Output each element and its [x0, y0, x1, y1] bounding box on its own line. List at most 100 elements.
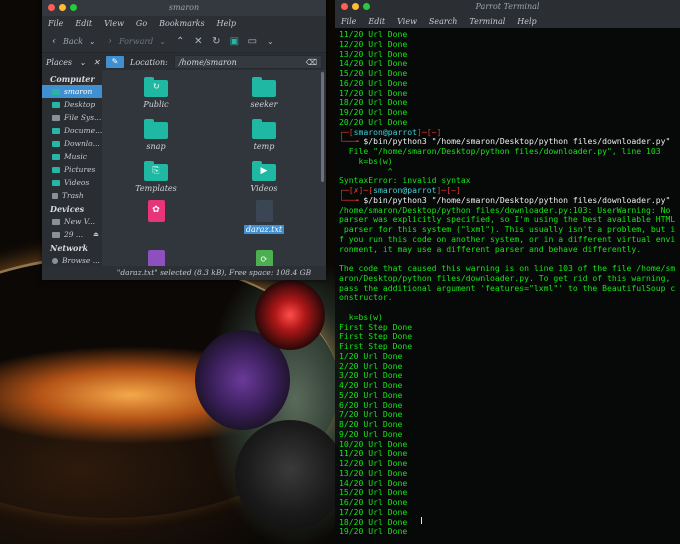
file-item-media[interactable] [116, 250, 196, 266]
folder-icon [52, 101, 60, 108]
location-value: /home/smaron [178, 57, 237, 67]
location-input[interactable]: /home/smaron ⌫ [173, 55, 322, 69]
stop-icon[interactable]: ✕ [192, 36, 204, 47]
home-folder-icon [52, 88, 60, 95]
menu-go[interactable]: Go [136, 19, 147, 28]
menu-search[interactable]: Search [429, 17, 457, 26]
file-manager-titlebar[interactable]: smaron [42, 0, 326, 16]
file-item-seeker[interactable]: seeker [224, 77, 304, 109]
file-item-package[interactable]: ⟳ [224, 250, 304, 266]
menu-help[interactable]: Help [517, 17, 536, 26]
file-grid: ↻ Public seeker snap temp ⎘ Templates ▶ [102, 70, 326, 266]
folder-icon [52, 179, 60, 186]
package-file-icon: ⟳ [255, 250, 273, 266]
terminal-menubar: File Edit View Search Terminal Help [335, 14, 680, 28]
folder-video-icon: ▶ [252, 161, 276, 181]
sidebar-item-device[interactable]: New V... [42, 215, 102, 228]
network-icon [52, 257, 58, 264]
folder-icon [252, 119, 276, 139]
file-item-archive[interactable]: ✿ [116, 200, 196, 231]
folder-icon [52, 127, 60, 134]
status-bar: "daraz.txt" selected (8.3 kB), Free spac… [102, 266, 326, 280]
menu-view[interactable]: View [104, 19, 124, 28]
text-cursor-icon: I [420, 516, 423, 527]
sidebar-item-downloads[interactable]: Downlo... [42, 137, 102, 150]
file-item-templates[interactable]: ⎘ Templates [116, 161, 196, 193]
menu-file[interactable]: File [341, 17, 356, 26]
menu-edit[interactable]: Edit [75, 19, 92, 28]
sidebar-item-device[interactable]: 29 ... ⏏ [42, 228, 102, 241]
window-title: smaron [168, 3, 200, 12]
chevron-right-icon: › [107, 35, 112, 47]
clear-icon[interactable]: ⌫ [306, 58, 317, 67]
file-item-videos[interactable]: ▶ Videos [224, 161, 304, 193]
folder-icon [52, 153, 60, 160]
terminal-line: ronment, it may use a different parser a… [339, 243, 642, 254]
file-item-public[interactable]: ↻ Public [116, 77, 196, 109]
close-sidebar-icon[interactable]: ✕ [93, 58, 100, 67]
home-icon[interactable]: ▣ [228, 36, 240, 47]
file-manager-menubar: File Edit View Go Bookmarks Help [42, 16, 326, 30]
window-title: Parrot Terminal [475, 2, 540, 11]
location-toggle-button[interactable]: ✎ [106, 56, 124, 68]
drive-icon [52, 114, 60, 121]
terminal-line: 19/20 Url Done [339, 526, 408, 537]
file-label: Videos [250, 184, 278, 193]
wallpaper-mask-filter [235, 420, 345, 530]
places-dropdown[interactable]: Places ⌄ ✕ [46, 58, 100, 67]
chevron-down-icon[interactable]: ⌄ [156, 37, 168, 46]
sidebar-item-browse-network[interactable]: Browse ... [42, 254, 102, 266]
file-label: temp [253, 142, 275, 151]
eject-icon[interactable]: ⏏ [93, 231, 99, 238]
folder-share-icon: ↻ [144, 77, 168, 97]
menu-help[interactable]: Help [217, 19, 236, 28]
folder-icon [52, 166, 60, 173]
file-item-daraz-txt[interactable]: daraz.txt [224, 200, 304, 234]
archive-file-icon: ✿ [147, 200, 165, 222]
file-label: seeker [250, 100, 278, 109]
text-file-icon [255, 200, 273, 222]
menu-file[interactable]: File [48, 19, 63, 28]
menu-edit[interactable]: Edit [368, 17, 385, 26]
sidebar-item-filesystem[interactable]: File Sys... [42, 111, 102, 124]
menu-terminal[interactable]: Terminal [469, 17, 505, 26]
file-item-temp[interactable]: temp [224, 119, 304, 151]
drive-icon [52, 218, 60, 225]
menu-bookmarks[interactable]: Bookmarks [159, 19, 205, 28]
location-label: Location: [130, 57, 168, 67]
file-label: snap [146, 142, 166, 151]
forward-label: Forward [118, 36, 154, 46]
file-label: Public [143, 100, 169, 109]
back-button[interactable]: ‹ Back ⌄ [48, 36, 98, 47]
file-manager-toolbar: ‹ Back ⌄ › Forward ⌄ ⌃ ✕ ↻ ▣ ▭ ⌄ [42, 30, 326, 53]
up-arrow-icon[interactable]: ⌃ [174, 36, 186, 47]
forward-button[interactable]: › Forward ⌄ [104, 36, 168, 47]
trash-icon [52, 192, 58, 199]
terminal-output[interactable]: 11/20 Url Done 12/20 Url Done 13/20 Url Do… [335, 28, 680, 544]
back-label: Back [63, 36, 83, 46]
terminal-titlebar[interactable]: Parrot Terminal [335, 0, 680, 14]
menu-view[interactable]: View [397, 17, 417, 26]
chevron-left-icon: ‹ [52, 35, 56, 47]
chevron-down-icon: ⌄ [79, 57, 87, 67]
sidebar-item-smaron[interactable]: smaron [42, 85, 102, 98]
sidebar-item-music[interactable]: Music [42, 150, 102, 163]
sidebar-item-videos[interactable]: Videos [42, 176, 102, 189]
sidebar-item-desktop[interactable]: Desktop [42, 98, 102, 111]
chevron-down-icon[interactable]: ⌄ [264, 37, 276, 46]
sidebar-item-trash[interactable]: Trash [42, 189, 102, 202]
media-file-icon [147, 250, 165, 266]
file-item-snap[interactable]: snap [116, 119, 196, 151]
reload-icon[interactable]: ↻ [210, 36, 222, 47]
terminal-window: Parrot Terminal File Edit View Search Te… [335, 0, 680, 544]
places-sidebar: Computer smaron Desktop File Sys... Docu… [42, 70, 102, 266]
sidebar-item-pictures[interactable]: Pictures [42, 163, 102, 176]
file-manager-body: Computer smaron Desktop File Sys... Docu… [42, 70, 326, 266]
file-grid-scrollbar[interactable] [321, 72, 324, 182]
chevron-down-icon[interactable]: ⌄ [86, 37, 98, 46]
computer-icon[interactable]: ▭ [246, 36, 258, 47]
sidebar-heading-network: Network [50, 243, 89, 253]
folder-icon [144, 119, 168, 139]
sidebar-item-documents[interactable]: Docume... [42, 124, 102, 137]
